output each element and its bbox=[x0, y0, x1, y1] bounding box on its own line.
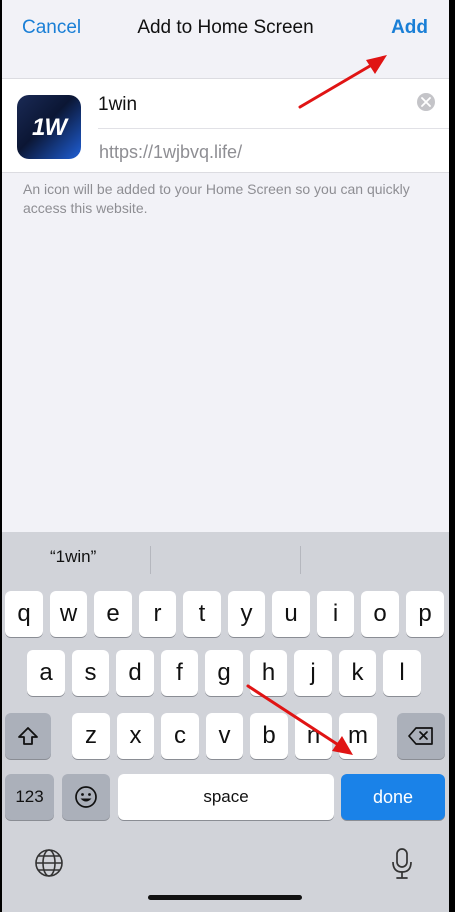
navigation-bar: Cancel Add to Home Screen Add bbox=[2, 0, 449, 58]
add-button[interactable]: Add bbox=[391, 17, 428, 39]
key-g[interactable]: g bbox=[205, 650, 243, 696]
suggestion-separator bbox=[150, 546, 151, 574]
key-b[interactable]: b bbox=[250, 713, 288, 759]
suggestion-1[interactable]: “1win” bbox=[50, 547, 96, 567]
key-u[interactable]: u bbox=[272, 591, 310, 637]
key-l[interactable]: l bbox=[383, 650, 421, 696]
key-c[interactable]: c bbox=[161, 713, 199, 759]
key-z[interactable]: z bbox=[72, 713, 110, 759]
key-h[interactable]: h bbox=[250, 650, 287, 696]
bookmark-name-input[interactable] bbox=[98, 93, 408, 117]
microphone-icon[interactable] bbox=[391, 848, 413, 885]
suggestion-bar: “1win” bbox=[2, 532, 449, 584]
keyboard: “1win” q w e r t y u i o p a s d f g h j… bbox=[2, 532, 449, 912]
clear-icon[interactable] bbox=[417, 93, 435, 111]
key-s[interactable]: s bbox=[72, 650, 109, 696]
key-t[interactable]: t bbox=[183, 591, 221, 637]
done-key[interactable]: done bbox=[341, 774, 445, 820]
delete-key[interactable] bbox=[397, 713, 445, 759]
key-o[interactable]: o bbox=[361, 591, 399, 637]
helper-text: An icon will be added to your Home Scree… bbox=[23, 181, 410, 216]
key-w[interactable]: w bbox=[50, 591, 87, 637]
app-icon: 1W bbox=[17, 95, 81, 159]
emoji-icon bbox=[75, 786, 97, 808]
globe-icon[interactable] bbox=[34, 848, 64, 883]
key-d[interactable]: d bbox=[116, 650, 154, 696]
key-m[interactable]: m bbox=[339, 713, 377, 759]
key-v[interactable]: v bbox=[206, 713, 243, 759]
numbers-key[interactable]: 123 bbox=[5, 774, 54, 820]
space-key[interactable]: space bbox=[118, 774, 334, 820]
key-a[interactable]: a bbox=[27, 650, 65, 696]
key-e[interactable]: e bbox=[94, 591, 132, 637]
backspace-icon bbox=[408, 727, 433, 745]
suggestion-separator bbox=[300, 546, 301, 574]
home-indicator bbox=[148, 895, 302, 900]
page-title: Add to Home Screen bbox=[137, 17, 314, 38]
app-icon-logo: 1W bbox=[32, 114, 67, 141]
key-y[interactable]: y bbox=[228, 591, 265, 637]
add-to-home-screen-sheet: Cancel Add to Home Screen Add 1W https:/… bbox=[2, 0, 449, 912]
key-k[interactable]: k bbox=[339, 650, 376, 696]
key-p[interactable]: p bbox=[406, 591, 444, 637]
shift-key[interactable] bbox=[5, 713, 51, 759]
shift-icon bbox=[18, 727, 38, 745]
bookmark-card: 1W https://1wjbvq.life/ bbox=[2, 78, 449, 173]
key-i[interactable]: i bbox=[317, 591, 354, 637]
key-q[interactable]: q bbox=[5, 591, 43, 637]
key-x[interactable]: x bbox=[117, 713, 154, 759]
bookmark-url: https://1wjbvq.life/ bbox=[99, 142, 243, 162]
field-divider bbox=[98, 128, 449, 129]
emoji-key[interactable] bbox=[62, 774, 110, 820]
key-j[interactable]: j bbox=[294, 650, 332, 696]
key-f[interactable]: f bbox=[161, 650, 198, 696]
key-r[interactable]: r bbox=[139, 591, 176, 637]
key-n[interactable]: n bbox=[295, 713, 332, 759]
